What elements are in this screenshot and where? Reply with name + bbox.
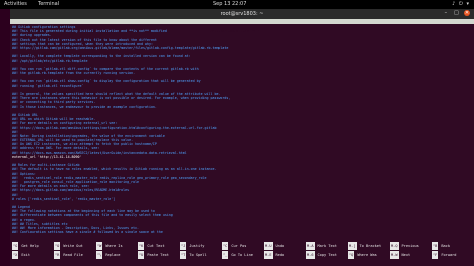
shortcut-item[interactable]: M-Q Previous [390,242,419,250]
shortcut-item[interactable]: ^_ Go To Line [222,251,253,259]
shortcut-item[interactable]: ^Q Where Was [348,251,377,259]
shortcut-label: Get Help [21,244,39,248]
shortcut-key: ^J [180,242,187,250]
shortcut-key: M-E [264,251,273,259]
shortcut-key: M-] [348,242,357,250]
shortcut-key: ^\ [96,251,103,259]
nano-shortcut-bar: ^G Get Help ^O Write Out ^W Where Is ^K Cut Tex… [10,239,474,266]
shortcut-label: Cur Pos [231,244,247,248]
shortcut-item[interactable]: ^O Write Out [54,242,83,250]
close-icon[interactable]: ✕ [464,10,470,16]
shortcut-label: Mark Text [317,244,337,248]
shortcut-label: Undo [275,244,285,248]
shortcut-item[interactable]: ^B Back [432,242,450,250]
shortcut-item[interactable]: ^C Cur Pos [222,242,246,250]
shortcut-item[interactable]: M-W Next [390,251,410,259]
terminal-window: root@srv1803: ~ – □ ✕ GNU nano 4.8 /etc/… [10,9,474,266]
shortcut-label: Forward [441,253,457,257]
shortcut-item[interactable]: M-A Mark Text [306,242,337,250]
maximize-icon[interactable]: □ [453,10,459,16]
shortcut-key: ^G [12,242,19,250]
window-title: root@srv1803: ~ [220,11,264,17]
clock[interactable]: Sep 13 22:07 [213,1,246,7]
shortcut-key: ^F [432,251,439,259]
shortcut-key: M-Q [390,242,399,250]
shortcut-label: Where Is [105,244,123,248]
window-titlebar[interactable]: root@srv1803: ~ – □ ✕ [10,9,474,19]
shortcut-item[interactable]: M-E Redo [264,251,284,259]
shortcut-row-2: ^X Exit ^R Read File ^\ Replace ^U Paste Text ^T… [10,251,474,259]
activities-button[interactable]: Activities [4,1,27,7]
shortcut-label: Justify [189,244,205,248]
shortcut-item[interactable]: M-] To Bracket [348,242,381,250]
shortcut-key: ^Q [348,251,355,259]
shortcut-key: ^_ [222,251,229,259]
shortcut-label: Copy Text [317,253,337,257]
shortcut-item[interactable]: M-6 Copy Text [306,251,337,259]
shortcut-item[interactable]: ^G Get Help [12,242,39,250]
shortcut-item[interactable]: ^J Justify [180,242,204,250]
shortcut-item[interactable]: ^T To Spell [180,251,207,259]
shortcut-item[interactable]: ^R Read File [54,251,83,259]
shortcut-key: ^C [222,242,229,250]
shortcut-item[interactable]: ^\ Replace [96,251,120,259]
shortcut-label: To Bracket [359,244,382,248]
shortcut-key: M-W [390,251,399,259]
editor-line: ##! Configuration settings have a single… [12,230,163,233]
shortcut-key: M-A [306,242,315,250]
shortcut-key: ^K [138,242,145,250]
shortcut-key: ^W [96,242,103,250]
shortcut-label: Replace [105,253,121,257]
system-tray[interactable]: ♪ ⏻ ▾ [452,1,470,7]
shortcut-label: Back [441,244,450,248]
shortcut-row-1: ^G Get Help ^O Write Out ^W Where Is ^K Cut Tex… [10,242,474,250]
shortcut-label: To Spell [189,253,207,257]
shortcut-key: ^B [432,242,439,250]
shortcut-label: Cut Text [147,244,165,248]
shortcut-item[interactable]: ^F Forward [432,251,456,259]
shortcut-key: ^T [180,251,187,259]
shortcut-key: ^U [138,251,145,259]
shortcut-label: Redo [275,253,285,257]
shortcut-label: Go To Line [231,253,253,257]
shortcut-key: ^X [12,251,19,259]
shortcut-key: M-U [264,242,273,250]
shortcut-label: Write Out [63,244,83,248]
editor-text-area[interactable]: ## GitLab configuration settings ##! This… [10,25,474,233]
shortcut-label: Exit [21,253,30,257]
shortcut-label: Next [401,253,411,257]
shortcut-item[interactable]: ^U Paste Text [138,251,169,259]
shortcut-key: ^R [54,251,61,259]
nano-header: GNU nano 4.8 /etc/gitlab/gitlab.rb * [10,19,474,33]
shortcut-key: M-6 [306,251,315,259]
shortcut-item[interactable]: ^X Exit [12,251,30,259]
app-menu-terminal[interactable]: Terminal [38,1,59,7]
gnome-top-bar: Activities Terminal Sep 13 22:07 ♪ ⏻ ▾ [0,0,474,9]
shortcut-item[interactable]: ^W Where Is [96,242,123,250]
minimize-icon[interactable]: – [443,10,449,16]
shortcut-item[interactable]: ^K Cut Text [138,242,165,250]
shortcut-key: ^O [54,242,61,250]
shortcut-label: Read File [63,253,83,257]
shortcut-label: Paste Text [147,253,169,257]
shortcut-label: Where Was [357,253,377,257]
shortcut-item[interactable]: M-U Undo [264,242,284,250]
shortcut-label: Previous [401,244,419,248]
